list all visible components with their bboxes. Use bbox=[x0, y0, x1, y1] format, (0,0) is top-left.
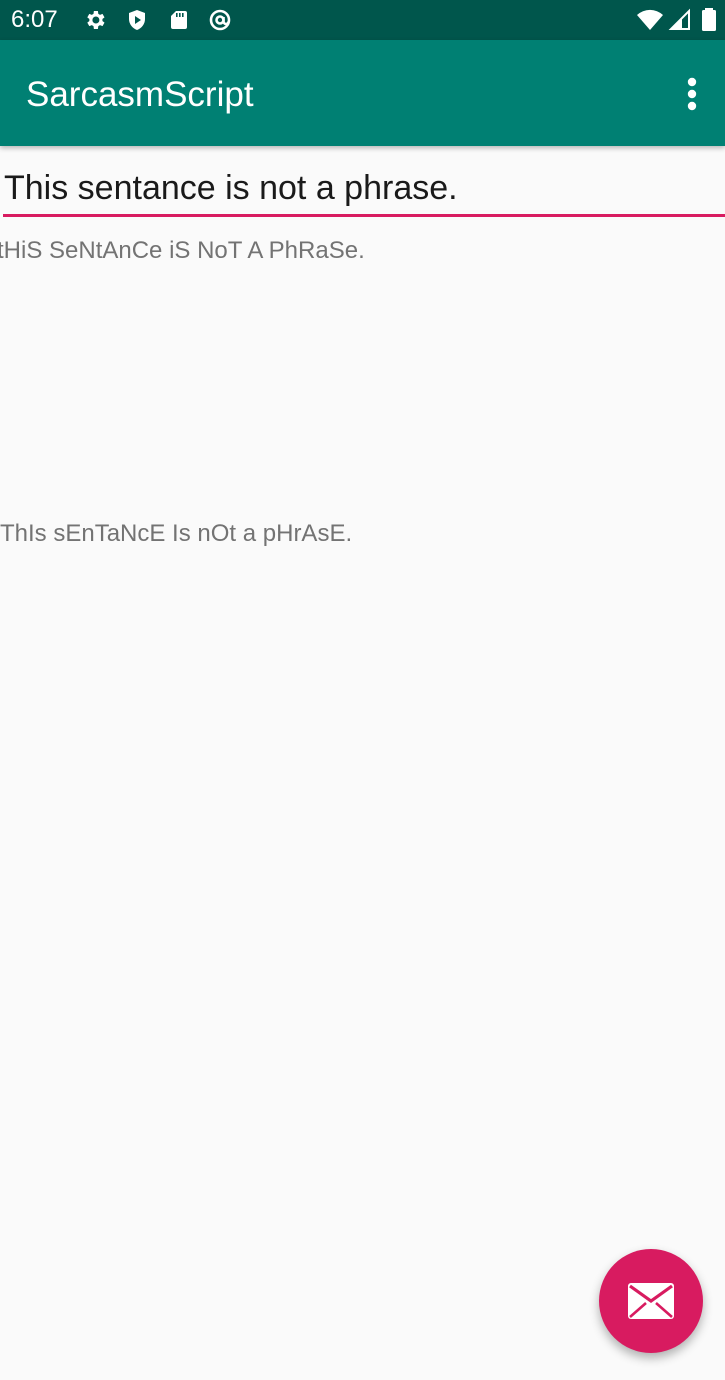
app-bar: SarcasmScript bbox=[0, 40, 725, 146]
sarcasm-output-two: ThIs sEnTaNcE Is nOt a pHrAsE. bbox=[0, 520, 353, 547]
status-time: 6:07 bbox=[11, 6, 58, 33]
email-fab-button[interactable] bbox=[599, 1249, 703, 1353]
overflow-menu-icon bbox=[687, 77, 697, 111]
at-sign-icon bbox=[209, 9, 231, 31]
sentence-input[interactable] bbox=[3, 162, 725, 217]
overflow-menu-button[interactable] bbox=[668, 68, 716, 120]
battery-icon bbox=[702, 8, 716, 31]
app-title: SarcasmScript bbox=[26, 75, 254, 114]
status-bar: 6:07 bbox=[0, 0, 725, 40]
signal-icon bbox=[668, 8, 690, 30]
sd-card-icon bbox=[171, 11, 187, 29]
email-icon bbox=[628, 1283, 674, 1319]
wifi-icon bbox=[637, 9, 663, 30]
sarcasm-output-one: tHiS SeNtAnCe iS NoT A PhRaSe. bbox=[0, 237, 365, 264]
settings-icon bbox=[87, 11, 105, 29]
shield-play-icon bbox=[129, 10, 145, 30]
